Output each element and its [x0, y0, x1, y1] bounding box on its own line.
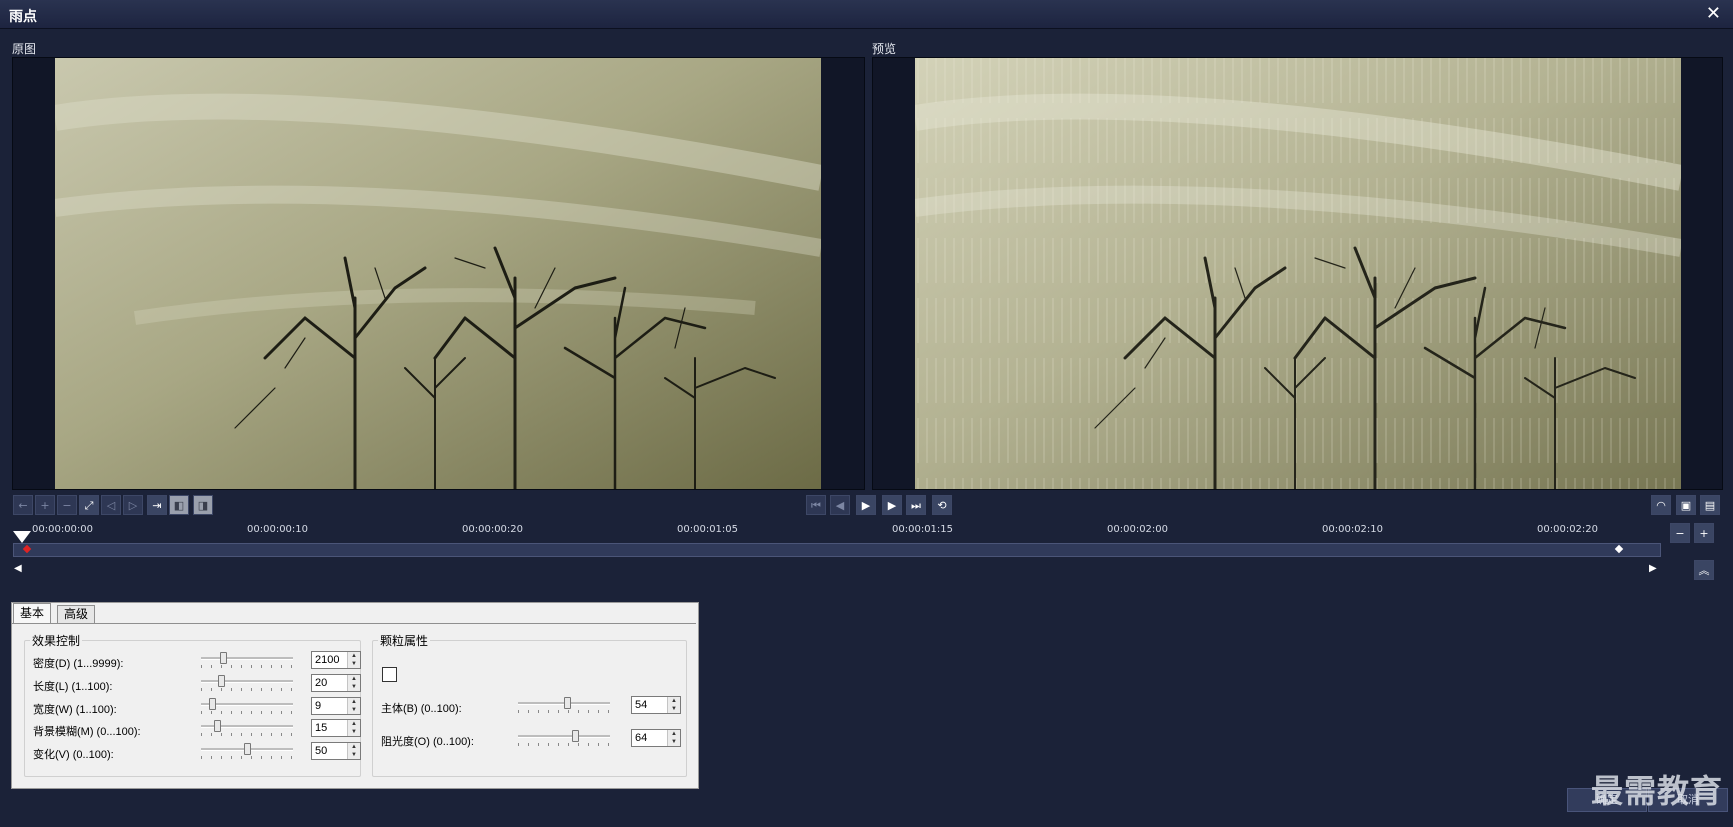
expand-icon[interactable]: ︽: [1694, 560, 1714, 580]
add-keyframe-icon[interactable]: +: [35, 495, 55, 515]
window-title: 雨点: [9, 9, 37, 25]
prev-keyframe-icon[interactable]: ◁: [101, 495, 121, 515]
tick-label: 00:00:02:10: [1322, 524, 1384, 535]
preview-label: 预览: [872, 42, 897, 56]
length-slider[interactable]: [201, 675, 293, 691]
opacity-slider[interactable]: [518, 730, 610, 746]
forward-arrow-icon[interactable]: ⇥: [147, 495, 167, 515]
density-label: 密度(D) (1...9999):: [33, 658, 124, 670]
tick-label: 00:00:00:00: [32, 524, 94, 535]
tab-advanced[interactable]: 高级: [57, 605, 96, 623]
scroll-left-icon[interactable]: ◀: [14, 563, 22, 574]
original-image: [55, 58, 821, 489]
zoom-out-button[interactable]: −: [1670, 523, 1690, 543]
slider-thumb[interactable]: [220, 652, 227, 664]
back-arrow-icon[interactable]: ←: [13, 495, 33, 515]
tick-label: 00:00:02:00: [1107, 524, 1169, 535]
variation-label: 变化(V) (0..100):: [33, 749, 114, 761]
variation-input[interactable]: 50 ▲ ▼: [311, 742, 361, 760]
effect-control-group: 效果控制 密度(D) (1...9999): 2100 ▲ ▼ 长度(L) (1..…: [24, 632, 361, 777]
background-blur-label: 背景模糊(M) (0...100):: [33, 726, 141, 738]
preview-image: [915, 58, 1681, 489]
tick-label: 00:00:01:05: [677, 524, 739, 535]
tab-basic[interactable]: 基本: [13, 603, 52, 623]
width-slider[interactable]: [201, 698, 293, 714]
tab-content: 效果控制 密度(D) (1...9999): 2100 ▲ ▼ 长度(L) (1..…: [12, 623, 696, 787]
start-icon[interactable]: ⏮: [806, 495, 826, 515]
slider-thumb[interactable]: [209, 698, 216, 710]
slider-thumb[interactable]: [564, 697, 571, 709]
original-viewer: [12, 57, 865, 490]
invert-keyframe-icon[interactable]: ⤢: [79, 495, 99, 515]
title-bar: 雨点 ✕: [0, 0, 1733, 29]
slider-thumb[interactable]: [214, 720, 221, 732]
timeline-track[interactable]: [13, 543, 1661, 557]
body-slider[interactable]: [518, 697, 610, 713]
opacity-label: 阻光度(O) (0..100):: [381, 736, 474, 748]
body-label: 主体(B) (0..100):: [381, 703, 462, 715]
play-icon[interactable]: ▶: [856, 495, 876, 515]
particle-checkbox[interactable]: [382, 667, 397, 682]
watermark-text: 最需教育: [1590, 772, 1723, 810]
device-preview-icon[interactable]: ▣: [1676, 495, 1696, 515]
preview-viewer: [872, 57, 1723, 490]
density-slider[interactable]: [201, 652, 293, 668]
scroll-right-icon[interactable]: ▶: [1649, 563, 1657, 574]
playhead-icon[interactable]: [13, 531, 31, 543]
tick-label: 00:00:02:20: [1537, 524, 1599, 535]
remove-keyframe-icon[interactable]: −: [57, 495, 77, 515]
prev-frame-icon[interactable]: ◀: [830, 495, 850, 515]
particle-properties-group: 颗粒属性 主体(B) (0..100): 54 ▲ ▼ 阻光度(O) (0..100…: [372, 632, 687, 777]
width-input[interactable]: 9 ▲ ▼: [311, 697, 361, 715]
particle-properties-title: 颗粒属性: [378, 632, 431, 649]
tick-label: 00:00:00:10: [247, 524, 309, 535]
zoom-in-button[interactable]: +: [1694, 523, 1714, 543]
background-blur-slider[interactable]: [201, 720, 293, 736]
fade-in-icon[interactable]: ◧: [169, 495, 189, 515]
length-label: 长度(L) (1..100):: [33, 681, 113, 693]
speed-icon[interactable]: ◠: [1651, 495, 1671, 515]
close-icon[interactable]: ✕: [1706, 3, 1721, 24]
density-input[interactable]: 2100 ▲ ▼: [311, 651, 361, 669]
next-keyframe-icon[interactable]: ▷: [123, 495, 143, 515]
body-input[interactable]: 54 ▲ ▼: [631, 696, 681, 714]
background-blur-input[interactable]: 15 ▲ ▼: [311, 719, 361, 737]
tick-label: 00:00:00:20: [462, 524, 524, 535]
slider-thumb[interactable]: [572, 730, 579, 742]
original-label: 原图: [12, 42, 37, 56]
timeline-ruler: 00:00:00:00 00:00:00:10 00:00:00:20 00:0…: [12, 524, 1662, 542]
slider-thumb[interactable]: [244, 743, 251, 755]
width-label: 宽度(W) (1..100):: [33, 704, 117, 716]
fade-out-icon[interactable]: ◨: [193, 495, 213, 515]
tick-label: 00:00:01:15: [892, 524, 954, 535]
end-icon[interactable]: ⏭: [906, 495, 926, 515]
properties-panel: 基本 高级 效果控制 密度(D) (1...9999): 2100 ▲ ▼ 长度(L…: [11, 602, 699, 789]
next-frame-icon[interactable]: ▶: [882, 495, 902, 515]
variation-slider[interactable]: [201, 743, 293, 759]
monitor-icon[interactable]: ▤: [1700, 495, 1720, 515]
slider-thumb[interactable]: [218, 675, 225, 687]
repeat-icon[interactable]: ⟲: [932, 495, 952, 515]
length-input[interactable]: 20 ▲ ▼: [311, 674, 361, 692]
opacity-input[interactable]: 64 ▲ ▼: [631, 729, 681, 747]
effect-control-title: 效果控制: [30, 632, 83, 649]
